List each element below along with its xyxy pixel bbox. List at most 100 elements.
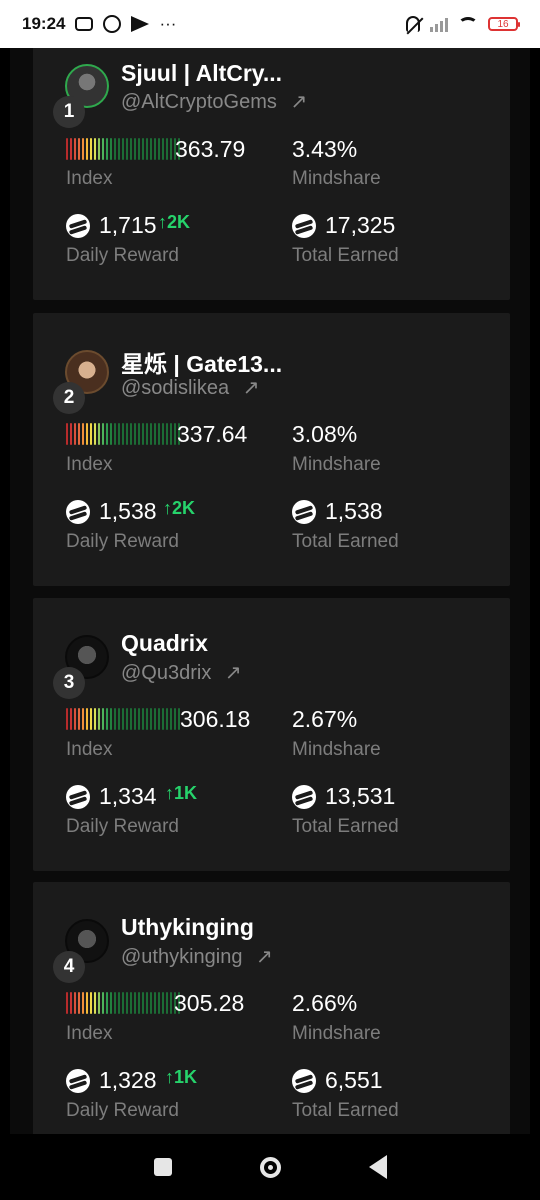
back-button[interactable]: [368, 1155, 387, 1179]
mindshare-label: Mindshare: [292, 1023, 381, 1044]
meter-segment: [102, 992, 104, 1014]
leaderboard-card[interactable]: 1 Sjuul | AltCry... @AltCryptoGems ↗ 363…: [33, 48, 510, 300]
meter-segment: [86, 708, 88, 730]
android-navigation-bar: [0, 1134, 540, 1200]
muted-bell-icon: [406, 16, 420, 32]
external-link-icon[interactable]: ↗: [256, 946, 273, 968]
meter-segment: [90, 138, 92, 160]
meter-segment: [154, 138, 156, 160]
meter-segment: [78, 992, 80, 1014]
external-link-icon[interactable]: ↗: [290, 91, 307, 113]
meter-segment: [82, 423, 84, 445]
meter-segment: [98, 708, 100, 730]
meter-segment: [66, 708, 68, 730]
meter-segment: [154, 708, 156, 730]
external-link-icon[interactable]: ↗: [243, 377, 260, 399]
daily-reward-label: Daily Reward: [66, 816, 179, 837]
status-right: 16: [406, 16, 520, 32]
reward-coin-icon: [66, 785, 90, 809]
meter-segment: [94, 423, 96, 445]
earned-coin-icon: [292, 214, 316, 238]
daily-reward-label: Daily Reward: [66, 531, 179, 552]
user-handle-text[interactable]: @sodislikea: [121, 377, 229, 399]
meter-segment: [170, 992, 172, 1014]
user-name[interactable]: Uthykinging: [121, 914, 254, 941]
index-value: 337.64: [177, 421, 248, 447]
meter-segment: [158, 423, 160, 445]
mindshare-value: 3.08%: [292, 421, 358, 447]
meter-segment: [130, 138, 132, 160]
meter-segment: [138, 992, 140, 1014]
total-earned-label: Total Earned: [292, 531, 399, 552]
user-handle[interactable]: @AltCryptoGems ↗: [121, 89, 307, 114]
meter-segment: [78, 138, 80, 160]
meter-segment: [166, 138, 168, 160]
meter-segment: [98, 423, 100, 445]
meter-segment: [90, 708, 92, 730]
meter-segment: [114, 708, 116, 730]
reward-coin-icon: [66, 1069, 90, 1093]
recent-apps-button[interactable]: [153, 1158, 172, 1176]
meter-segment: [66, 992, 68, 1014]
meter-segment: [122, 708, 124, 730]
meter-segment: [130, 708, 132, 730]
meter-segment: [150, 708, 152, 730]
meter-segment: [86, 992, 88, 1014]
index-value: 305.28: [174, 990, 245, 1016]
meter-segment: [134, 992, 136, 1014]
rank-badge: 3: [53, 667, 85, 699]
meter-segment: [94, 708, 96, 730]
notification-app-icon: [75, 17, 94, 31]
meter-segment: [66, 138, 68, 160]
meter-segment: [70, 992, 72, 1014]
total-earned-value: 6,551: [325, 1067, 383, 1093]
home-button[interactable]: [259, 1156, 281, 1178]
wifi-icon: [458, 16, 478, 32]
user-handle[interactable]: @uthykinging ↗: [121, 944, 273, 969]
user-handle[interactable]: @sodislikea ↗: [121, 375, 259, 400]
external-link-icon[interactable]: ↗: [225, 662, 242, 684]
meter-segment: [74, 138, 76, 160]
leaderboard-card[interactable]: 2 星烁 | Gate13... @sodislikea ↗ 337.64 In…: [33, 313, 510, 586]
meter-segment: [166, 708, 168, 730]
meter-segment: [134, 423, 136, 445]
daily-reward-value: 1,328: [99, 1067, 157, 1093]
meter-segment: [162, 138, 164, 160]
meter-segment: [114, 138, 116, 160]
user-handle-text[interactable]: @uthykinging: [121, 946, 242, 968]
user-name[interactable]: Sjuul | AltCry...: [121, 60, 282, 87]
meter-segment: [118, 708, 120, 730]
leaderboard-card[interactable]: 4 Uthykinging @uthykinging ↗ 305.28 Inde…: [33, 882, 510, 1134]
daily-reward-delta: ↑2K: [163, 498, 196, 518]
meter-segment: [126, 992, 128, 1014]
user-handle-text[interactable]: @Qu3drix: [121, 662, 211, 684]
meter-segment: [106, 138, 108, 160]
meter-segment: [162, 992, 164, 1014]
leaderboard-panel[interactable]: 1 Sjuul | AltCry... @AltCryptoGems ↗ 363…: [10, 48, 530, 1134]
user-name[interactable]: Quadrix: [121, 630, 208, 657]
meter-segment: [174, 708, 176, 730]
total-earned-value: 1,538: [325, 498, 383, 524]
meter-segment: [138, 708, 140, 730]
meter-segment: [70, 708, 72, 730]
meter-segment: [74, 708, 76, 730]
leaderboard-card[interactable]: 3 Quadrix @Qu3drix ↗ 306.18 Index 2.67% …: [33, 598, 510, 871]
meter-segment: [66, 423, 68, 445]
meter-segment: [142, 992, 144, 1014]
meter-segment: [130, 423, 132, 445]
index-meter: [66, 423, 180, 445]
meter-segment: [70, 138, 72, 160]
meter-segment: [170, 708, 172, 730]
meter-segment: [126, 423, 128, 445]
user-name[interactable]: 星烁 | Gate13...: [121, 345, 282, 379]
meter-segment: [138, 423, 140, 445]
meter-segment: [122, 138, 124, 160]
user-handle[interactable]: @Qu3drix ↗: [121, 660, 242, 685]
meter-segment: [150, 423, 152, 445]
meter-segment: [150, 992, 152, 1014]
more-notifications-icon: ···: [159, 14, 177, 33]
meter-segment: [98, 138, 100, 160]
daily-reward-value: 1,715: [99, 212, 157, 238]
user-handle-text[interactable]: @AltCryptoGems: [121, 91, 277, 113]
meter-segment: [142, 708, 144, 730]
